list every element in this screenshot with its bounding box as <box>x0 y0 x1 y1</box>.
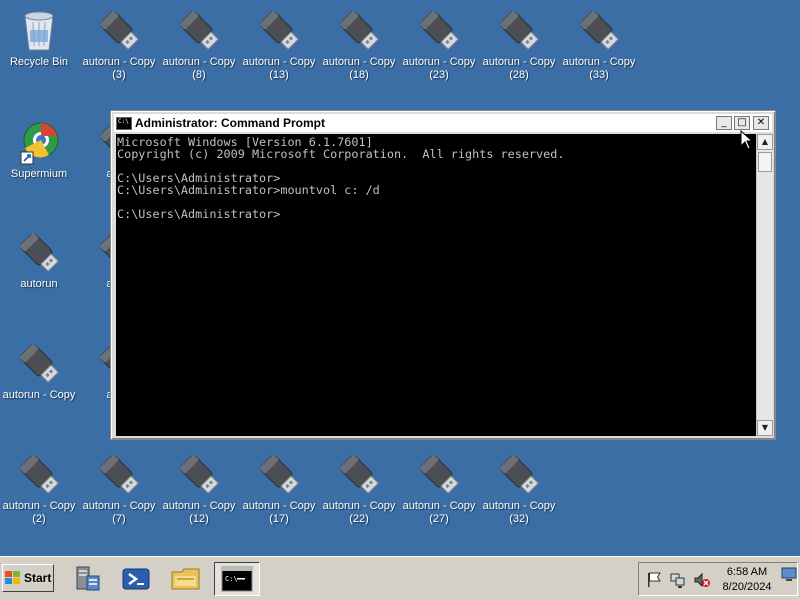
console-line: C:\Users\Administrator>mountvol c: /d <box>117 183 380 197</box>
desktop-icon-autorun-copy-32[interactable]: autorun - Copy (32) <box>480 444 558 544</box>
powershell-icon <box>122 568 150 590</box>
command-prompt-icon <box>116 116 132 130</box>
scroll-thumb[interactable] <box>758 152 772 172</box>
desktop-icon-autorun-copy-7[interactable]: autorun - Copy (7) <box>80 444 158 544</box>
desktop-icon-autorun[interactable]: autorun <box>0 222 78 322</box>
desktop-icon-label: autorun - Copy (18) <box>322 56 396 81</box>
action-center-flag-icon[interactable] <box>645 571 663 589</box>
command-prompt-window[interactable]: Administrator: Command Prompt _ □ ✕ Micr… <box>110 110 776 440</box>
window-titlebar[interactable]: Administrator: Command Prompt _ □ ✕ <box>114 114 772 132</box>
usb-drive-icon <box>175 6 223 54</box>
usb-drive-icon <box>175 450 223 498</box>
server-manager-button[interactable] <box>70 562 106 596</box>
notification-area: 6:58 AM 8/20/2024 <box>638 562 798 596</box>
usb-drive-icon <box>495 450 543 498</box>
close-button[interactable]: ✕ <box>753 116 769 130</box>
desktop-icon-autorun-copy-28[interactable]: autorun - Copy (28) <box>480 0 558 100</box>
scroll-up-button[interactable]: ▲ <box>757 134 773 150</box>
desktop-icon-label: autorun - Copy (13) <box>242 56 316 81</box>
desktop-icon-label: Supermium <box>10 168 68 180</box>
powershell-button[interactable] <box>118 562 154 596</box>
desktop-icon-autorun-copy-2[interactable]: autorun - Copy (2) <box>0 444 78 544</box>
mouse-pointer-icon <box>740 130 754 150</box>
desktop-icon-label: autorun - Copy (8) <box>162 56 236 81</box>
command-prompt-icon: C:\ <box>221 566 253 592</box>
desktop-icon-autorun-copy-33[interactable]: autorun - Copy (33) <box>560 0 638 100</box>
network-icon[interactable] <box>669 571 687 589</box>
desktop-icon-label: autorun - Copy (33) <box>562 56 636 81</box>
windows-flag-icon <box>5 571 20 584</box>
console-line: Copyright (c) 2009 Microsoft Corporation… <box>117 147 565 161</box>
usb-drive-icon <box>255 6 303 54</box>
taskbar: Start C:\ 6:58 AM 8/20/2024 <box>0 556 800 600</box>
usb-drive-icon <box>415 6 463 54</box>
desktop-icon-label: autorun - Copy (27) <box>402 500 476 525</box>
usb-drive-icon <box>15 339 63 387</box>
window-title: Administrator: Command Prompt <box>135 116 326 130</box>
usb-drive-icon <box>95 6 143 54</box>
desktop-icon-autorun-copy[interactable]: autorun - Copy <box>0 333 78 433</box>
desktop-icon-autorun-copy-27[interactable]: autorun - Copy (27) <box>400 444 478 544</box>
windows-explorer-button[interactable] <box>168 562 204 596</box>
desktop-icon-label: autorun - Copy (3) <box>82 56 156 81</box>
usb-drive-icon <box>495 6 543 54</box>
desktop-icon-label: autorun <box>20 278 58 290</box>
desktop-icon-autorun-copy-8[interactable]: autorun - Copy (8) <box>160 0 238 100</box>
clock-date[interactable]: 8/20/2024 <box>719 581 775 593</box>
usb-drive-icon <box>255 450 303 498</box>
desktop-icon-autorun-copy-17[interactable]: autorun - Copy (17) <box>240 444 318 544</box>
desktop-icon-autorun-copy-22[interactable]: autorun - Copy (22) <box>320 444 398 544</box>
desktop-icon-label: autorun - Copy (12) <box>162 500 236 525</box>
desktop-icon-label: Recycle Bin <box>9 56 69 68</box>
recycle-bin-icon <box>15 6 63 54</box>
usb-drive-icon <box>15 228 63 276</box>
desktop-icon-autorun-copy-23[interactable]: autorun - Copy (23) <box>400 0 478 100</box>
usb-drive-icon <box>415 450 463 498</box>
desktop-icon-label: autorun - Copy <box>2 389 76 401</box>
start-label: Start <box>24 571 52 585</box>
desktop-icon-label: autorun - Copy (7) <box>82 500 156 525</box>
desktop-icon-recycle-bin[interactable]: Recycle Bin <box>0 0 78 100</box>
usb-drive-icon <box>335 6 383 54</box>
start-button[interactable]: Start <box>2 564 54 592</box>
desktop-icon-autorun-copy-18[interactable]: autorun - Copy (18) <box>320 0 398 100</box>
console-line: C:\Users\Administrator> <box>117 207 281 221</box>
desktop-icon-autorun-copy-13[interactable]: autorun - Copy (13) <box>240 0 318 100</box>
supermium-browser-icon <box>15 118 63 166</box>
command-prompt-taskbar-button[interactable]: C:\ <box>214 562 260 596</box>
desktop-icon-supermium[interactable]: Supermium <box>0 112 78 212</box>
desktop-icon-label: autorun - Copy (22) <box>322 500 396 525</box>
svg-text:C:\: C:\ <box>225 575 238 583</box>
minimize-button[interactable]: _ <box>716 116 732 130</box>
console-output[interactable]: Microsoft Windows [Version 6.1.7601] Copy… <box>116 134 756 436</box>
desktop-icon-autorun-copy-3[interactable]: autorun - Copy (3) <box>80 0 158 100</box>
usb-drive-icon <box>575 6 623 54</box>
usb-drive-icon <box>15 450 63 498</box>
usb-drive-icon <box>335 450 383 498</box>
desktop-icon-label: autorun - Copy (23) <box>402 56 476 81</box>
show-desktop-icon[interactable] <box>781 566 797 582</box>
vertical-scrollbar[interactable]: ▲ ▼ <box>756 134 773 436</box>
desktop-icon-autorun-copy-12[interactable]: autorun - Copy (12) <box>160 444 238 544</box>
volume-muted-icon[interactable] <box>693 571 711 589</box>
maximize-button[interactable]: □ <box>734 116 750 130</box>
server-manager-icon <box>76 566 100 591</box>
desktop-icon-label: autorun - Copy (2) <box>2 500 76 525</box>
scroll-down-button[interactable]: ▼ <box>757 420 773 436</box>
clock-time[interactable]: 6:58 AM <box>719 566 775 578</box>
desktop-icon-label: autorun - Copy (28) <box>482 56 556 81</box>
desktop-icon-label: autorun - Copy (17) <box>242 500 316 525</box>
explorer-folder-icon <box>171 568 200 590</box>
usb-drive-icon <box>95 450 143 498</box>
desktop-icon-label: autorun - Copy (32) <box>482 500 556 525</box>
